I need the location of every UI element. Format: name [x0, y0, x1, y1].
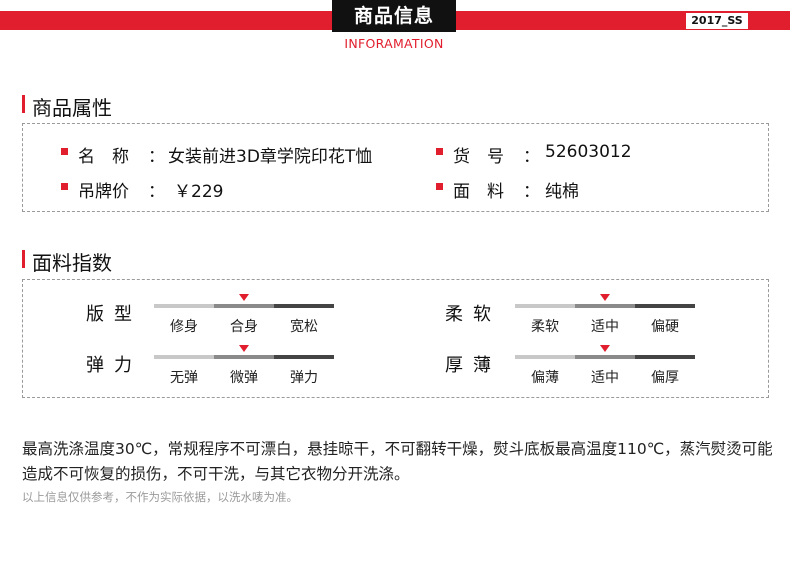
scale-segment-mid — [575, 355, 635, 359]
selected-marker-icon — [239, 345, 249, 352]
index-scale-elasticity: 无弹 微弹 弹力 — [154, 345, 334, 395]
attr-label: 面 料 — [453, 182, 504, 202]
scale-option: 偏硬 — [651, 319, 679, 335]
scale-segment-low — [515, 355, 575, 359]
scale-segment-mid — [575, 304, 635, 308]
disclaimer-note: 以上信息仅供参考，不作为实际依据，以洗水唛为准。 — [22, 490, 298, 504]
scale-segment-mid — [214, 304, 274, 308]
scale-option: 合身 — [230, 319, 258, 335]
attr-label: 名 称 — [78, 147, 129, 167]
scale-option: 柔软 — [531, 319, 559, 335]
attributes-box — [22, 123, 769, 212]
attr-value: ￥229 — [174, 182, 224, 202]
bullet-square-icon — [436, 183, 443, 190]
scale-option: 偏薄 — [531, 370, 559, 386]
bullet-square-icon — [436, 148, 443, 155]
index-scale-fit: 修身 合身 宽松 — [154, 294, 334, 344]
bullet-square-icon — [61, 183, 68, 190]
season-badge: 2017_SS — [686, 13, 748, 29]
scale-segment-high — [635, 355, 695, 359]
attr-label: 货 号 — [453, 147, 504, 167]
attr-colon: ： — [523, 147, 540, 167]
selected-marker-icon — [239, 294, 249, 301]
selected-marker-icon — [600, 294, 610, 301]
scale-option: 偏厚 — [651, 370, 679, 386]
index-label-elasticity: 弹力 — [86, 355, 142, 376]
index-label-softness: 柔软 — [445, 304, 501, 325]
attr-label: 吊牌价 — [78, 182, 129, 202]
scale-segment-high — [635, 304, 695, 308]
page-subtitle: INFORAMATION — [344, 36, 444, 51]
scale-segment-high — [274, 355, 334, 359]
attr-colon: ： — [148, 147, 165, 167]
scale-option: 修身 — [170, 319, 198, 335]
scale-option: 适中 — [591, 319, 619, 335]
care-instructions: 最高洗涤温度30℃，常规程序不可漂白，悬挂晾干，不可翻转干燥，熨斗底板最高温度1… — [22, 440, 773, 483]
attr-value: 52603012 — [545, 142, 632, 162]
index-scale-softness: 柔软 适中 偏硬 — [515, 294, 695, 344]
selected-marker-icon — [600, 345, 610, 352]
section-marker — [22, 250, 25, 268]
section-title: 面料指数 — [32, 251, 112, 275]
section-marker — [22, 95, 25, 113]
attr-colon: ： — [523, 182, 540, 202]
scale-segment-low — [154, 355, 214, 359]
attr-value: 纯棉 — [545, 182, 579, 202]
scale-segment-low — [515, 304, 575, 308]
index-label-thickness: 厚薄 — [445, 355, 501, 376]
section-title: 商品属性 — [32, 96, 112, 120]
scale-option: 无弹 — [170, 370, 198, 386]
attr-value: 女装前进3D章学院印花T恤 — [168, 147, 373, 167]
index-scale-thickness: 偏薄 适中 偏厚 — [515, 345, 695, 395]
attr-colon: ： — [148, 182, 165, 202]
scale-option: 宽松 — [290, 319, 318, 335]
scale-segment-mid — [214, 355, 274, 359]
scale-segment-high — [274, 304, 334, 308]
scale-option: 适中 — [591, 370, 619, 386]
scale-option: 弹力 — [290, 370, 318, 386]
scale-option: 微弹 — [230, 370, 258, 386]
scale-segment-low — [154, 304, 214, 308]
page-title: 商品信息 — [332, 0, 456, 32]
index-label-fit: 版型 — [86, 304, 142, 325]
bullet-square-icon — [61, 148, 68, 155]
